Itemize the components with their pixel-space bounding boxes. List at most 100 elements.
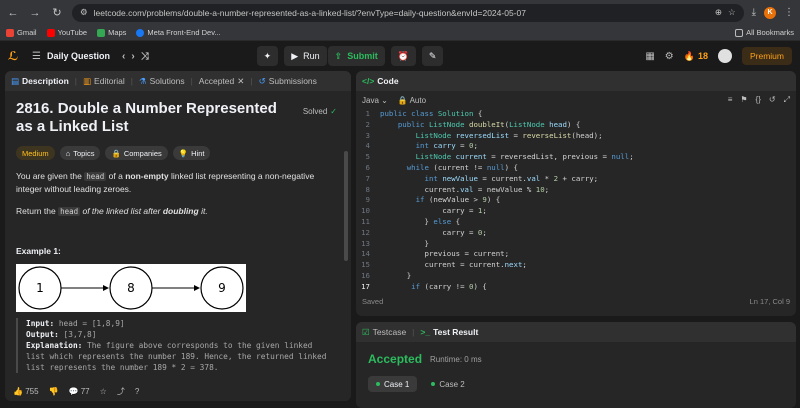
tab-submissions[interactable]: ↺ Submissions — [259, 76, 317, 87]
code-line[interactable]: 14 previous = current; — [356, 249, 796, 260]
description-scrollbar[interactable] — [344, 151, 348, 261]
code-line[interactable]: 16 } — [356, 271, 796, 282]
linked-list-diagram: 1 8 9 — [16, 264, 246, 312]
bookmark-meta[interactable]: Meta Front-End Dev... — [136, 28, 221, 37]
debug-button[interactable]: ✦ — [256, 46, 279, 66]
difficulty-badge: Medium — [16, 146, 55, 160]
upload-icon: ⇪ — [334, 50, 343, 61]
description-footer: 👍 755 👎 💬 77 ☆ ⤴ ? — [5, 381, 351, 401]
code-line[interactable]: 4 int carry = 0; — [356, 141, 796, 152]
close-icon[interactable]: ✕ — [237, 76, 244, 87]
download-icon[interactable]: ⤓ — [752, 7, 756, 18]
submit-button[interactable]: ⇪ Submit — [327, 46, 385, 66]
history-icon: ↺ — [258, 75, 266, 86]
tab-code[interactable]: </> Code — [362, 76, 399, 86]
tab-description[interactable]: ▤ Description — [11, 76, 69, 87]
bookmark-star-icon[interactable]: ☆ — [728, 7, 736, 18]
back-icon[interactable]: ← — [6, 6, 20, 20]
code-line[interactable]: 11 } else { — [356, 217, 796, 228]
reset-icon[interactable]: ↺ — [769, 95, 776, 105]
hint-button[interactable]: 💡 Hint — [172, 146, 211, 160]
zoom-icon[interactable]: ⊕ — [715, 7, 722, 18]
line-number: 11 — [361, 216, 370, 226]
code-line[interactable]: 1 public class Solution { — [356, 109, 796, 120]
code-line[interactable]: 13 } — [356, 239, 796, 250]
code-line[interactable]: 9 if (newValue > 9) { — [356, 195, 796, 206]
site-info-icon[interactable]: ⚙ — [80, 7, 88, 18]
check-icon: ✓ — [330, 107, 337, 116]
code-line[interactable]: 15 current = current. next; — [356, 260, 796, 271]
code-line[interactable]: 3 ListNode reversedList = reverseList (he… — [356, 131, 796, 142]
leetcode-logo-icon[interactable]: ℒ — [8, 49, 22, 63]
user-avatar[interactable] — [717, 49, 732, 63]
favorite-icon[interactable]: ☆ — [100, 387, 107, 396]
prev-problem-icon[interactable]: ‹ — [122, 51, 125, 62]
like-button[interactable]: 👍 755 — [13, 387, 39, 396]
bookmark-gmail[interactable]: Gmail — [6, 28, 37, 37]
tab-test-result[interactable]: >_ Test Result — [420, 327, 478, 337]
bug-icon: ✦ — [263, 50, 272, 61]
code-line[interactable]: 17 if (carry != 0) { — [356, 282, 796, 293]
node-1: 1 — [36, 281, 44, 295]
line-number: 16 — [361, 270, 370, 280]
code-line[interactable]: 8 current. val = newValue % 10; — [356, 185, 796, 196]
address-bar[interactable]: ⚙ leetcode.com/problems/double-a-number-… — [72, 3, 744, 22]
reload-icon[interactable]: ↻ — [50, 6, 64, 20]
solved-badge: Solved ✓ — [302, 107, 337, 116]
bookmark-icon[interactable]: ⚑ — [740, 95, 747, 105]
forward-icon[interactable]: → — [28, 6, 42, 20]
case-2-button[interactable]: Case 2 — [423, 376, 472, 392]
case-1-button[interactable]: Case 1 — [368, 376, 418, 392]
timer-button[interactable]: ⏰ — [390, 46, 416, 66]
example-block: Input: head = [1,8,9] Output: [3,7,8] Ex… — [16, 318, 340, 373]
code-panel: </> Code Java ⌄ 🔒 Auto ≡ ⚑ {} ↺ ⤢ 1 public… — [356, 71, 796, 316]
problem-list-icon[interactable]: ☰ — [32, 51, 41, 62]
code-line[interactable]: 6 while (current != null) { — [356, 163, 796, 174]
tab-accepted[interactable]: Accepted ✕ — [199, 76, 245, 87]
share-icon[interactable]: ⤴ — [117, 386, 125, 397]
topics-button[interactable]: ⌂ Topics — [59, 146, 101, 160]
notes-button[interactable]: ✎ — [421, 46, 444, 66]
result-status: Accepted — [368, 352, 423, 366]
code-line[interactable]: 7 int newValue = current. val * 2 + carry… — [356, 174, 796, 185]
note-icon: ✎ — [428, 50, 437, 61]
line-number: 12 — [361, 227, 370, 237]
code-icon: </> — [362, 76, 375, 86]
settings-icon[interactable]: ⚙ — [665, 51, 674, 62]
checkbox-icon: ☑ — [362, 326, 370, 337]
code-line[interactable]: 2 public ListNode doubleIt(ListNode head… — [356, 120, 796, 131]
profile-avatar[interactable]: K — [764, 6, 776, 19]
companies-button[interactable]: 🔒 Companies — [105, 146, 168, 160]
code-tabbar: </> Code — [356, 71, 796, 91]
layout-icon[interactable]: ▦ — [645, 51, 654, 62]
flask-icon: ⚗ — [138, 75, 147, 86]
help-icon[interactable]: ? — [135, 387, 139, 396]
autocomplete-mode[interactable]: 🔒 Auto — [398, 96, 426, 105]
language-select[interactable]: Java ⌄ — [362, 96, 388, 105]
bookmark-maps[interactable]: Maps — [97, 28, 126, 37]
shuffle-icon[interactable]: ⤨ — [141, 51, 149, 62]
description-tabs: ▤ Description | ▥ Editorial | ⚗ Solutions |… — [5, 71, 351, 91]
next-problem-icon[interactable]: › — [131, 51, 134, 62]
fullscreen-icon[interactable]: ⤢ — [784, 95, 790, 105]
tab-editorial[interactable]: ▥ Editorial — [83, 76, 125, 87]
run-button[interactable]: ▶ Run — [284, 46, 327, 66]
line-number: 15 — [361, 260, 370, 270]
braces-icon[interactable]: {} — [756, 95, 761, 105]
app-header: ℒ ☰ Daily Question ‹ › ⤨ ✦ ▶ Run ⇪ Submit … — [0, 41, 800, 71]
menu-icon[interactable]: ⋮ — [784, 7, 794, 18]
dislike-icon[interactable]: 👎 — [49, 387, 59, 396]
code-line[interactable]: 10 carry = 1; — [356, 206, 796, 217]
format-icon[interactable]: ≡ — [728, 95, 733, 105]
premium-button[interactable]: Premium — [741, 47, 792, 65]
tab-solutions[interactable]: ⚗ Solutions — [139, 76, 185, 87]
comments-button[interactable]: 💬 77 — [69, 387, 90, 396]
tab-testcase[interactable]: ☑ Testcase — [362, 327, 406, 338]
streak-counter[interactable]: 🔥 18 — [684, 51, 708, 62]
bookmark-youtube[interactable]: YouTube — [46, 28, 87, 37]
code-editor[interactable]: 1 public class Solution {2 public ListNod… — [356, 109, 796, 293]
all-bookmarks[interactable]: All Bookmarks — [735, 28, 794, 37]
daily-question-label[interactable]: Daily Question — [47, 51, 110, 61]
code-line[interactable]: 12 carry = 0; — [356, 228, 796, 239]
code-line[interactable]: 5 ListNode current = reversedList, previ… — [356, 152, 796, 163]
